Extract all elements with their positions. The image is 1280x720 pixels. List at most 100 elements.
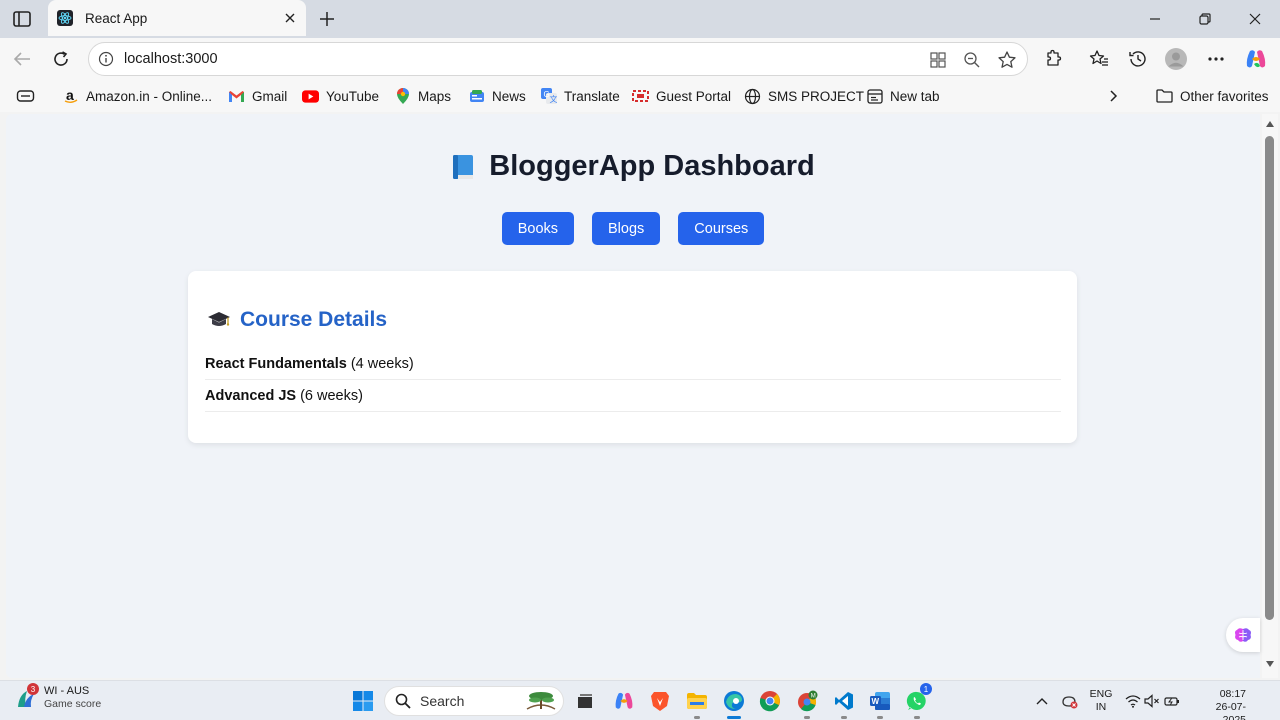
- hide-bar-icon[interactable]: [16, 85, 36, 107]
- minimize-icon[interactable]: [1135, 6, 1175, 32]
- amazon-icon: a: [62, 88, 79, 105]
- other-favorites[interactable]: Other favorites: [1156, 85, 1269, 107]
- maps-icon: [394, 88, 411, 105]
- youtube-icon: [302, 88, 319, 105]
- react-icon: [57, 10, 73, 26]
- widget-title: WI - AUS: [44, 685, 90, 697]
- title-bar: React App: [0, 0, 1280, 38]
- history-icon[interactable]: [1124, 46, 1152, 72]
- wifi-icon[interactable]: [1124, 691, 1142, 711]
- edge-browser-icon[interactable]: [721, 688, 747, 719]
- search-highlight-tree-icon: [523, 689, 559, 720]
- favorite-news[interactable]: News: [468, 85, 526, 107]
- restore-icon[interactable]: [1185, 6, 1225, 32]
- favorite-label: Translate: [564, 88, 620, 104]
- section-title: Course Details: [240, 308, 388, 331]
- active-indicator: [727, 716, 741, 719]
- favorite-label: Amazon.in - Online...: [86, 88, 213, 104]
- back-icon[interactable]: [8, 46, 36, 72]
- show-hidden-icons-chevron-icon[interactable]: [1034, 691, 1050, 711]
- courses-button[interactable]: Courses: [678, 212, 765, 245]
- course-item: React Fundamentals (4 weeks): [205, 348, 1061, 380]
- refresh-icon[interactable]: [47, 46, 75, 72]
- vertical-scrollbar[interactable]: [1262, 114, 1278, 678]
- whatsapp-icon[interactable]: 1: [904, 683, 932, 719]
- chrome-browser-icon[interactable]: [757, 688, 783, 714]
- extensions-icon[interactable]: [1040, 46, 1068, 72]
- sidebar-toggle-icon[interactable]: [10, 8, 34, 30]
- language-code: ENG: [1089, 688, 1113, 700]
- favorite-star-icon[interactable]: [996, 49, 1018, 71]
- favorite-guest-portal[interactable]: Guest Portal: [632, 85, 731, 107]
- svg-text:a: a: [66, 88, 74, 103]
- favorite-label: New tab: [890, 88, 940, 104]
- favorite-translate[interactable]: G文 Translate: [540, 85, 620, 107]
- favorites-icon[interactable]: [1085, 46, 1113, 72]
- favorite-youtube[interactable]: YouTube: [302, 85, 379, 107]
- vscode-icon[interactable]: [831, 688, 857, 719]
- whatsapp-badge: 1: [920, 683, 932, 695]
- course-duration: (4 weeks): [350, 355, 414, 372]
- language-indicator[interactable]: ENG IN: [1088, 688, 1114, 714]
- globe-icon: [744, 88, 761, 105]
- book-icon: [451, 153, 475, 181]
- close-tab-icon[interactable]: [280, 8, 300, 28]
- more-options-icon[interactable]: [1202, 46, 1230, 72]
- app-available-icon[interactable]: [927, 49, 949, 71]
- widget-subtitle: Game score: [44, 698, 102, 710]
- new-tab-button[interactable]: [314, 6, 340, 32]
- copilot-app-icon[interactable]: [611, 688, 637, 714]
- site-info-icon[interactable]: [97, 50, 115, 68]
- app-header: BloggerApp Dashboard: [6, 150, 1260, 183]
- file-explorer-icon[interactable]: [684, 688, 710, 719]
- favorites-bar: a Amazon.in - Online... Gmail YouTube Ma…: [0, 80, 1280, 112]
- region-code: IN: [1095, 701, 1107, 713]
- scroll-down-arrow-icon[interactable]: [1264, 658, 1276, 670]
- favorite-amazon[interactable]: a Amazon.in - Online...: [62, 85, 212, 107]
- windows-start-icon[interactable]: [350, 688, 376, 714]
- copilot-icon[interactable]: [1242, 46, 1270, 72]
- zoom-out-icon[interactable]: [961, 49, 983, 71]
- task-view-icon[interactable]: [572, 688, 598, 714]
- books-button[interactable]: Books: [501, 212, 575, 245]
- clock[interactable]: 08:17 26-07-2025: [1196, 688, 1246, 720]
- more-favorites-chevron-icon[interactable]: [1108, 85, 1118, 107]
- navigation-bar: localhost:3000: [0, 38, 1280, 80]
- favorite-maps[interactable]: Maps: [394, 85, 451, 107]
- brain-extension-icon[interactable]: [1226, 618, 1260, 652]
- close-window-icon[interactable]: [1235, 6, 1275, 32]
- battery-charging-icon[interactable]: [1163, 691, 1181, 711]
- weather-badge: 3: [27, 683, 39, 695]
- blogs-button[interactable]: Blogs: [592, 212, 661, 245]
- profile-avatar-icon[interactable]: [1162, 46, 1190, 72]
- browser-tab[interactable]: React App: [48, 0, 306, 36]
- word-icon[interactable]: W: [867, 688, 893, 719]
- svg-text:W: W: [872, 697, 880, 706]
- chrome-profile-icon[interactable]: M: [794, 688, 820, 719]
- folder-icon: [1156, 88, 1173, 105]
- other-favorites-label: Other favorites: [1180, 88, 1269, 104]
- course-name: Advanced JS: [205, 387, 297, 404]
- scrollbar-thumb[interactable]: [1265, 136, 1274, 620]
- url-text[interactable]: localhost:3000: [124, 51, 218, 67]
- graduation-cap-icon: [207, 310, 231, 330]
- speaker-muted-icon[interactable]: [1143, 691, 1161, 711]
- running-indicator: [841, 716, 847, 719]
- address-bar[interactable]: localhost:3000: [88, 42, 1028, 76]
- brave-browser-icon[interactable]: [647, 688, 673, 714]
- favorite-label: Maps: [418, 88, 452, 104]
- running-indicator: [914, 716, 920, 719]
- weather-widget[interactable]: 3 WI - AUS Game score: [14, 683, 102, 711]
- scroll-up-arrow-icon[interactable]: [1264, 118, 1276, 130]
- gmail-icon: [228, 88, 245, 105]
- security-warning-icon[interactable]: [1060, 691, 1080, 711]
- favorite-label: YouTube: [326, 88, 380, 104]
- clock-date: 26-07-2025: [1215, 701, 1246, 720]
- running-indicator: [694, 716, 700, 719]
- favorite-label: SMS PROJECT: [768, 88, 865, 104]
- favorite-label: Guest Portal: [656, 88, 732, 104]
- favorite-gmail[interactable]: Gmail: [228, 85, 287, 107]
- favorite-sms-project[interactable]: SMS PROJECT: [744, 85, 864, 107]
- favorite-new-tab[interactable]: New tab: [866, 85, 940, 107]
- taskbar-search[interactable]: Search: [384, 686, 564, 716]
